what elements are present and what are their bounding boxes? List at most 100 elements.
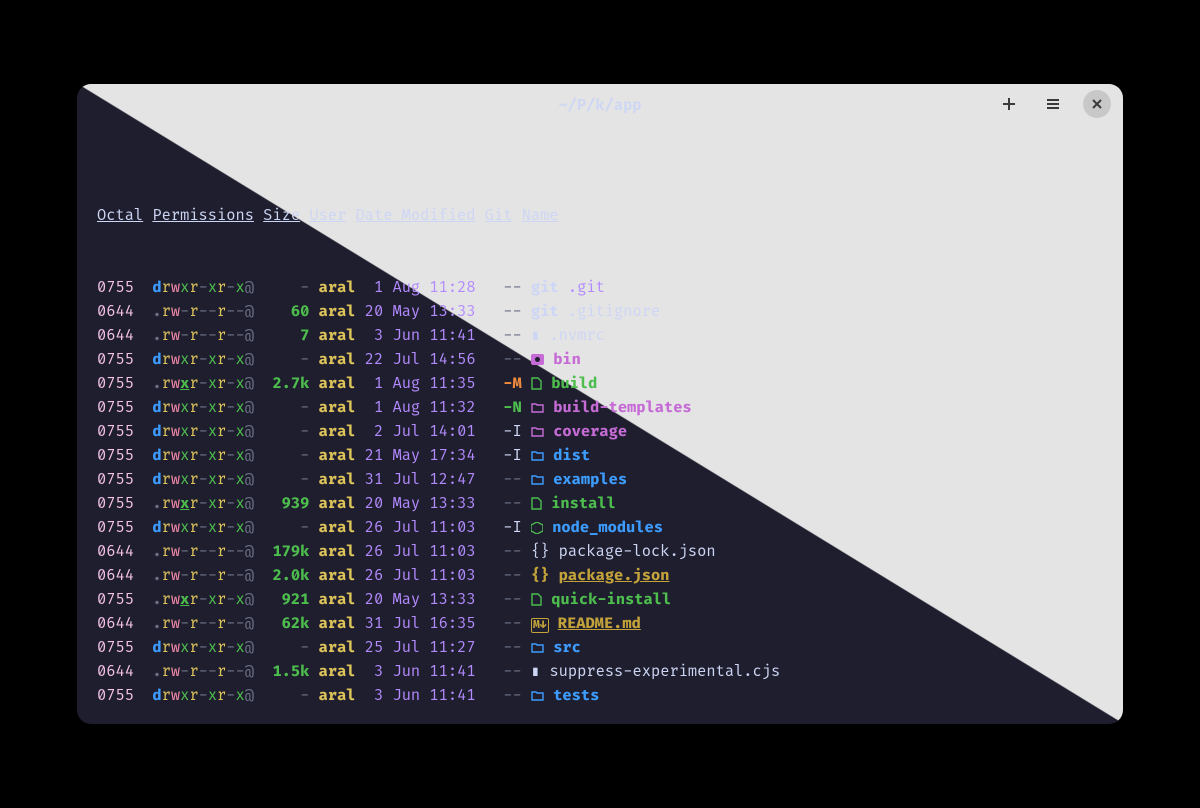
column-headers: Octal Permissions Size User Date Modifie… (97, 204, 1103, 228)
git-status: -- (503, 350, 521, 369)
terminal-content[interactable]: Octal Permissions Size User Date Modifie… (77, 126, 1123, 724)
size: 2.7k (263, 374, 309, 393)
file-name: dist (553, 446, 590, 465)
date: 3 Jun 11:41 (365, 686, 476, 705)
size: 921 (263, 590, 309, 609)
file-row: 0644 .rw-r--r--@ 2.0k aral 26 Jul 11:03 … (97, 564, 1103, 588)
file-name: suppress-experimental.cjs (549, 662, 780, 681)
size: - (263, 398, 309, 417)
file-row: 0755 drwxr-xr-x@ - aral 1 Aug 11:32 -N b… (97, 396, 1103, 420)
permissions: drwxr-xr-x@ (152, 398, 254, 417)
date: 2 Jul 14:01 (365, 422, 476, 441)
git-icon: git (531, 302, 559, 321)
user: aral (319, 542, 356, 561)
user: aral (319, 374, 356, 393)
permissions: .rwxr-xr-x@ (152, 374, 254, 393)
size: - (263, 278, 309, 297)
folder-open-icon (531, 638, 544, 657)
file-row: 0755 .rwxr-xr-x@ 921 aral 20 May 13:33 -… (97, 588, 1103, 612)
permissions: drwxr-xr-x@ (152, 350, 254, 369)
user: aral (319, 350, 356, 369)
folder-open-icon (531, 422, 544, 441)
file-name: coverage (553, 422, 627, 441)
menu-button[interactable] (1039, 90, 1067, 118)
size: - (263, 470, 309, 489)
braces-icon: {} (531, 566, 549, 585)
permissions: .rw-r--r--@ (152, 302, 254, 321)
folder-open-icon (531, 686, 544, 705)
window-controls (995, 90, 1111, 118)
file-icon: ▮ (531, 326, 540, 345)
new-tab-button[interactable] (995, 90, 1023, 118)
user: aral (319, 470, 356, 489)
size: 60 (263, 302, 309, 321)
user: aral (319, 518, 356, 537)
file-icon: ▮ (531, 662, 540, 681)
size: - (263, 686, 309, 705)
user: aral (319, 398, 356, 417)
file-name: examples (553, 470, 627, 489)
permissions: .rw-r--r--@ (152, 614, 254, 633)
camera-icon (531, 354, 544, 365)
close-button[interactable] (1083, 90, 1111, 118)
size: 1.5k (263, 662, 309, 681)
date: 1 Aug 11:35 (365, 374, 476, 393)
file-outline-icon (531, 374, 542, 393)
size: 7 (263, 326, 309, 345)
file-row: 0755 drwxr-xr-x@ - aral 26 Jul 11:03 -I … (97, 516, 1103, 540)
date: 25 Jul 11:27 (365, 638, 476, 657)
octal: 0755 (97, 398, 134, 417)
permissions: .rw-r--r--@ (152, 326, 254, 345)
date: 26 Jul 11:03 (365, 542, 476, 561)
folder-open-icon (531, 446, 544, 465)
markdown-icon: M↓ (531, 618, 549, 633)
octal: 0755 (97, 638, 134, 657)
octal: 0755 (97, 518, 134, 537)
octal: 0644 (97, 614, 134, 633)
file-name: build (551, 374, 597, 393)
permissions: drwxr-xr-x@ (152, 422, 254, 441)
user: aral (319, 278, 356, 297)
octal: 0644 (97, 662, 134, 681)
file-outline-icon (531, 494, 542, 513)
file-row: 0755 .rwxr-xr-x@ 2.7k aral 1 Aug 11:35 -… (97, 372, 1103, 396)
node-icon (531, 518, 543, 537)
date: 20 May 13:33 (365, 302, 476, 321)
permissions: drwxr-xr-x@ (152, 518, 254, 537)
date: 1 Aug 11:32 (365, 398, 476, 417)
octal: 0755 (97, 494, 134, 513)
file-name: .gitignore (568, 302, 660, 321)
date: 20 May 13:33 (365, 590, 476, 609)
file-row: 0755 drwxr-xr-x@ - aral 22 Jul 14:56 -- … (97, 348, 1103, 372)
size: - (263, 638, 309, 657)
git-status: -- (503, 590, 521, 609)
file-listing: 0755 drwxr-xr-x@ - aral 1 Aug 11:28 -- g… (97, 276, 1103, 708)
git-status: -- (503, 566, 521, 585)
file-name: README.md (558, 614, 641, 633)
file-name: .git (568, 278, 605, 297)
permissions: drwxr-xr-x@ (152, 686, 254, 705)
octal: 0755 (97, 374, 134, 393)
size: - (263, 518, 309, 537)
braces-icon: {} (531, 542, 549, 561)
permissions: drwxr-xr-x@ (152, 470, 254, 489)
file-outline-icon (531, 590, 542, 609)
octal: 0755 (97, 470, 134, 489)
user: aral (319, 566, 356, 585)
file-row: 0644 .rw-r--r--@ 62k aral 31 Jul 16:35 -… (97, 612, 1103, 636)
date: 31 Jul 12:47 (365, 470, 476, 489)
file-row: 0755 drwxr-xr-x@ - aral 1 Aug 11:28 -- g… (97, 276, 1103, 300)
file-name: tests (553, 686, 599, 705)
file-name: .nvmrc (549, 326, 604, 345)
file-row: 0755 drwxr-xr-x@ - aral 2 Jul 14:01 -I c… (97, 420, 1103, 444)
size: 179k (263, 542, 309, 561)
hamburger-icon (1045, 96, 1061, 112)
git-status: -- (503, 278, 521, 297)
permissions: drwxr-xr-x@ (152, 446, 254, 465)
date: 21 May 17:34 (365, 446, 476, 465)
permissions: .rw-r--r--@ (152, 542, 254, 561)
user: aral (319, 662, 356, 681)
octal: 0755 (97, 686, 134, 705)
octal: 0644 (97, 542, 134, 561)
user: aral (319, 326, 356, 345)
